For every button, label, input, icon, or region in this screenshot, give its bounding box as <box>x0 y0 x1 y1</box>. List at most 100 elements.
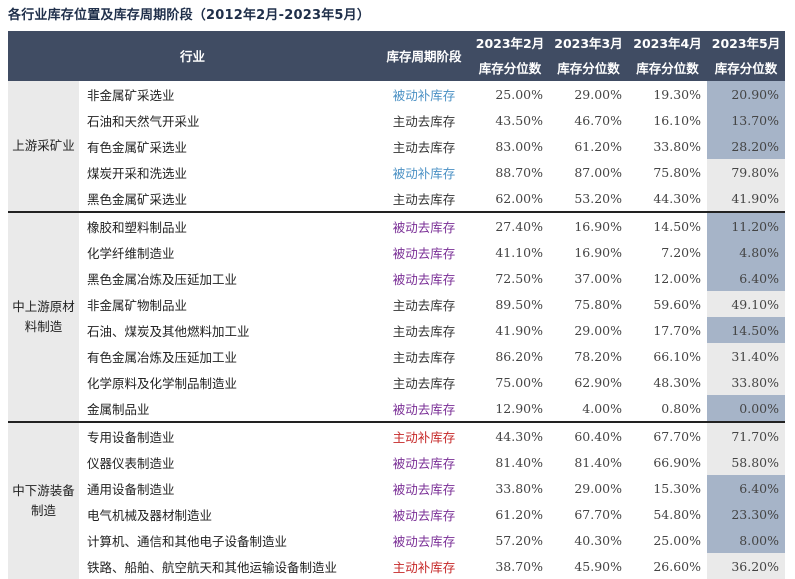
percentile-cell: 8.00% <box>707 527 786 553</box>
percentile-cell: 57.20% <box>495 532 544 548</box>
percentile-cell: 20.90% <box>707 81 786 107</box>
percentile-cell: 62.00% <box>495 190 544 206</box>
percentile-cell: 75.80% <box>574 296 623 312</box>
inventory-phase: 被动去库存 <box>392 271 456 287</box>
percentile-cell: 53.20% <box>574 190 623 206</box>
industry-name: 金属制品业 <box>87 401 150 417</box>
table-row: 化学纤维制造业 被动去库存 41.10% 16.90% 7.20% 4.80% <box>8 239 786 265</box>
percentile-cell: 29.00% <box>574 480 623 496</box>
percentile-cell: 29.00% <box>574 86 623 102</box>
industry-name: 计算机、通信和其他电子设备制造业 <box>87 533 288 549</box>
header-month: 2023年2月 <box>471 31 550 56</box>
inventory-phase: 主动补库存 <box>392 559 456 575</box>
percentile-cell: 48.30% <box>653 374 702 390</box>
percentile-cell: 33.80% <box>653 138 702 154</box>
percentile-cell: 16.10% <box>653 112 702 128</box>
percentile-cell: 61.20% <box>574 138 623 154</box>
percentile-cell: 6.40% <box>707 265 786 291</box>
industry-name: 非金属矿采选业 <box>87 87 175 103</box>
table-row: 有色金属冶炼及压延加工业 主动去库存 86.20% 78.20% 66.10% 31.40… <box>8 343 786 369</box>
table-row: 金属制品业 被动去库存 12.90% 4.00% 0.80% 0.00% <box>8 395 786 422</box>
inventory-phase: 主动去库存 <box>392 349 456 365</box>
percentile-cell: 49.10% <box>707 291 786 317</box>
percentile-cell: 87.00% <box>574 164 623 180</box>
industry-name: 石油和天然气开采业 <box>87 113 200 129</box>
percentile-cell: 11.20% <box>707 211 786 239</box>
industry-name: 有色金属矿采选业 <box>87 139 188 155</box>
percentile-cell: 67.70% <box>574 506 623 522</box>
percentile-cell: 58.80% <box>707 449 786 475</box>
percentile-cell: 27.40% <box>471 211 550 239</box>
percentile-cell: 60.40% <box>549 421 629 449</box>
table-row: 仪器仪表制造业 被动去库存 81.40% 81.40% 66.90% 58.80% <box>8 449 786 475</box>
percentile-cell: 75.00% <box>495 374 544 390</box>
group-label: 中下游装备制造 <box>8 421 79 579</box>
percentile-cell: 29.00% <box>574 322 623 338</box>
table-row: 中下游装备制造 专用设备制造业 主动补库存 44.30% 60.40% 67.70% 71.… <box>8 421 786 579</box>
inventory-phase: 主动去库存 <box>392 323 456 339</box>
percentile-cell: 13.70% <box>707 107 786 133</box>
percentile-cell: 66.10% <box>653 348 702 364</box>
header-industry: 行业 <box>8 31 378 81</box>
percentile-cell: 59.60% <box>653 296 702 312</box>
inventory-phase: 主动去库存 <box>392 113 456 129</box>
percentile-cell: 44.30% <box>471 421 550 449</box>
percentile-cell: 0.00% <box>707 395 786 422</box>
inventory-table: 行业 库存周期阶段 2023年2月 2023年3月 2023年4月 2023年5… <box>8 31 786 579</box>
table-row: 电气机械及器材制造业 被动去库存 61.20% 67.70% 54.80% 23.30% <box>8 501 786 527</box>
percentile-cell: 12.00% <box>653 270 702 286</box>
percentile-cell: 16.90% <box>549 211 629 239</box>
percentile-cell: 14.50% <box>707 317 786 343</box>
header-sub: 库存分位数 <box>471 56 550 81</box>
percentile-cell: 25.00% <box>495 86 544 102</box>
percentile-cell: 41.90% <box>707 185 786 212</box>
table-title: 各行业库存位置及库存周期阶段（2012年2月-2023年5月） <box>8 8 371 23</box>
percentile-cell: 4.00% <box>582 400 623 416</box>
header-month: 2023年4月 <box>628 31 708 56</box>
percentile-cell: 81.40% <box>495 454 544 470</box>
inventory-phase: 被动去库存 <box>392 533 456 549</box>
percentile-cell: 46.70% <box>574 112 623 128</box>
industry-name: 煤炭开采和洗选业 <box>87 165 188 181</box>
table-row: 化学原料及化学制品制造业 主动去库存 75.00% 62.90% 48.30% 33.80… <box>8 369 786 395</box>
industry-name: 橡胶和塑料制品业 <box>79 211 378 239</box>
percentile-cell: 6.40% <box>707 475 786 501</box>
percentile-cell: 54.80% <box>653 506 702 522</box>
industry-name: 仪器仪表制造业 <box>87 455 175 471</box>
inventory-phase: 被动去库存 <box>392 455 456 471</box>
percentile-cell: 43.50% <box>495 112 544 128</box>
table-row: 黑色金属冶炼及压延加工业 被动去库存 72.50% 37.00% 12.00% 6.40% <box>8 265 786 291</box>
inventory-phase: 主动去库存 <box>392 375 456 391</box>
percentile-cell: 28.20% <box>707 133 786 159</box>
percentile-cell: 67.70% <box>628 421 708 449</box>
industry-name: 非金属矿物制品业 <box>87 297 188 313</box>
percentile-cell: 81.40% <box>574 454 623 470</box>
group-label: 上游采矿业 <box>8 81 79 212</box>
percentile-cell: 79.80% <box>707 159 786 185</box>
table-row: 煤炭开采和洗选业 被动补库存 88.70% 87.00% 75.80% 79.80% <box>8 159 786 185</box>
inventory-phase: 被动去库存 <box>392 507 456 523</box>
percentile-cell: 33.80% <box>707 369 786 395</box>
percentile-cell: 72.50% <box>495 270 544 286</box>
inventory-phase: 主动去库存 <box>392 139 456 155</box>
percentile-cell: 33.80% <box>495 480 544 496</box>
percentile-cell: 62.90% <box>574 374 623 390</box>
industry-name: 化学原料及化学制品制造业 <box>87 375 238 391</box>
table-body: 上游采矿业 非金属矿采选业 被动补库存 25.00% 29.00% 19.30% 20.90… <box>8 81 786 579</box>
inventory-phase: 被动补库存 <box>392 165 456 181</box>
inventory-phase: 被动去库存 <box>392 245 456 261</box>
header-sub: 库存分位数 <box>707 56 786 81</box>
inventory-phase: 被动去库存 <box>392 481 456 497</box>
percentile-cell: 36.20% <box>707 553 786 579</box>
inventory-phase: 被动去库存 <box>392 401 456 417</box>
percentile-cell: 0.80% <box>661 400 702 416</box>
industry-name: 铁路、船舶、航空航天和其他运输设备制造业 <box>87 559 338 575</box>
table-row: 黑色金属矿采选业 主动去库存 62.00% 53.20% 44.30% 41.90% <box>8 185 786 212</box>
industry-name: 石油、煤炭及其他燃料加工业 <box>87 323 250 339</box>
percentile-cell: 61.20% <box>495 506 544 522</box>
percentile-cell: 16.90% <box>574 244 623 260</box>
percentile-cell: 37.00% <box>574 270 623 286</box>
group-label: 中上游原材料制造 <box>8 211 79 422</box>
industry-name: 黑色金属冶炼及压延加工业 <box>87 271 238 287</box>
inventory-phase: 被动补库存 <box>392 87 456 103</box>
